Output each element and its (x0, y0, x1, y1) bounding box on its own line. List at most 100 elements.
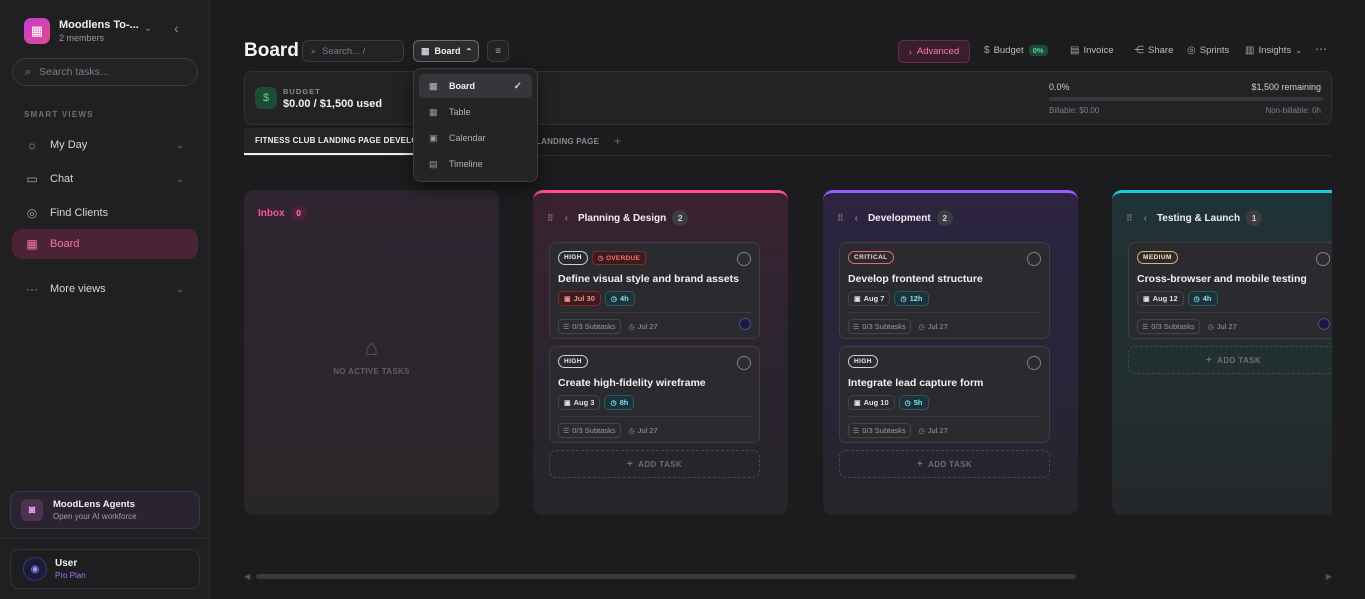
subtasks-chip[interactable]: ☰ 0/3 Subtasks (848, 319, 911, 334)
add-task-button[interactable]: + ADD TASK (549, 450, 760, 478)
drag-handle-icon[interactable]: ⠿ (1126, 213, 1133, 224)
column-title: Inbox (258, 207, 285, 219)
sidebar-item-label: Find Clients (50, 207, 109, 219)
budget-panel-label: BUDGET (283, 87, 321, 96)
chevron-down-icon[interactable]: ⌄ (144, 23, 152, 34)
complete-checkbox[interactable] (1027, 356, 1041, 370)
task-title: Integrate lead capture form (848, 377, 984, 389)
sidebar-item-label: Chat (50, 173, 74, 185)
drag-handle-icon[interactable]: ⠿ (837, 213, 844, 224)
assignee-avatar[interactable] (739, 318, 751, 330)
task-title: Define visual style and brand assets (558, 273, 739, 285)
clock-icon: ◷ (610, 295, 617, 303)
view-menu-label: Board (449, 81, 476, 91)
invoice-button[interactable]: ▤ Invoice (1070, 45, 1114, 56)
sidebar-item-my-day[interactable]: ☼ My Day ⌄ (12, 130, 198, 160)
board-search[interactable]: ⌕ (302, 40, 404, 62)
task-card[interactable]: HIGH Integrate lead capture form ▣ Aug 10… (839, 346, 1050, 443)
task-card[interactable]: MEDIUM Cross-browser and mobile testing … (1128, 242, 1332, 339)
chevron-left-icon[interactable]: ‹ (855, 213, 858, 224)
task-card[interactable]: HIGH ◷ OVERDUE Define visual style and b… (549, 242, 760, 339)
sidebar-item-find-clients[interactable]: ◎ Find Clients (12, 198, 198, 228)
assignee-avatar[interactable] (1318, 318, 1330, 330)
due-date: ◷ Jul 27 (628, 426, 658, 435)
budget-label: Budget (993, 45, 1024, 56)
column-development: ⠿ ‹ Development 2 CRITICAL Develop front… (823, 190, 1078, 515)
task-search-input[interactable] (39, 66, 180, 78)
chevron-left-icon[interactable]: ‹ (1144, 213, 1147, 224)
subtasks-chip[interactable]: ☰ 0/3 Subtasks (558, 423, 621, 438)
clock-icon: ◷ (628, 324, 635, 331)
column-testing-launch: ⠿ ‹ Testing & Launch 1 MEDIUM Cross-brow… (1112, 190, 1332, 515)
inbox-icon: ⌂ (364, 335, 379, 360)
share-button[interactable]: ⋲ Share (1134, 45, 1173, 56)
task-search[interactable]: ⌕ (12, 58, 198, 86)
chevron-left-icon[interactable]: ‹ (565, 213, 568, 224)
billable-amount: Billable: $0.00 (1049, 106, 1100, 115)
view-menu-label: Timeline (449, 159, 483, 169)
workspace-switcher[interactable]: ▦ Moodlens To-... 2 members ⌄ ‹ (24, 17, 199, 45)
sun-icon: ☼ (26, 138, 38, 152)
clock-icon: ◷ (918, 324, 925, 331)
collapse-sidebar-icon[interactable]: ‹ (174, 20, 179, 36)
calendar-icon: ▣ (564, 295, 571, 303)
chevron-down-icon[interactable]: ⌄ (176, 140, 184, 151)
scroll-left-icon[interactable]: ◀ (244, 572, 250, 581)
view-switcher-button[interactable]: ▦ Board ⌃ (413, 40, 479, 62)
chevron-down-icon[interactable]: ⌄ (176, 284, 184, 295)
add-task-button[interactable]: + ADD TASK (839, 450, 1050, 478)
complete-checkbox[interactable] (1316, 252, 1330, 266)
drag-handle-icon[interactable]: ⠿ (547, 213, 554, 224)
subtasks-chip[interactable]: ☰ 0/3 Subtasks (848, 423, 911, 438)
filter-button[interactable]: ≡ (487, 40, 509, 62)
tab-fitness-club[interactable]: FITNESS CLUB LANDING PAGE DEVELOP (244, 128, 414, 155)
view-menu-item-calendar[interactable]: ▣ Calendar (419, 126, 532, 150)
sidebar-item-chat[interactable]: ▭ Chat ⌄ (12, 164, 198, 194)
scroll-right-icon[interactable]: ▶ (1326, 572, 1332, 581)
board-horizontal-scrollbar[interactable]: ◀ ▶ (244, 572, 1332, 581)
invoice-label: Invoice (1083, 45, 1114, 56)
advanced-button[interactable]: › Advanced (898, 40, 970, 63)
budget-button[interactable]: $ Budget 0% (984, 45, 1048, 56)
more-options-icon[interactable]: ⋯ (1315, 42, 1327, 56)
insights-button[interactable]: ▥ Insights ⌄ (1245, 45, 1306, 56)
view-menu-item-board[interactable]: ▦ Board ✓ (419, 74, 532, 98)
date-chip: ▣ Aug 3 (558, 395, 601, 410)
scrollbar-thumb[interactable] (256, 574, 1076, 579)
complete-checkbox[interactable] (737, 252, 751, 266)
subtasks-chip[interactable]: ☰ 0/3 Subtasks (558, 319, 621, 334)
user-profile[interactable]: ◉ User Pro Plan (10, 549, 200, 589)
board-icon: ▦ (421, 45, 430, 56)
task-card[interactable]: HIGH Create high-fidelity wireframe ▣ Aug… (549, 346, 760, 443)
timeline-icon: ▤ (429, 158, 438, 169)
robot-icon: ◙ (21, 499, 43, 521)
complete-checkbox[interactable] (1027, 252, 1041, 266)
priority-badge: HIGH (558, 251, 588, 265)
agents-title: MoodLens Agents (53, 499, 135, 510)
non-billable-amount: Non-billable: 0h (1265, 106, 1321, 115)
add-tab-icon[interactable]: + (614, 134, 621, 148)
agents-button[interactable]: ◙ MoodLens Agents Open your AI workforce (10, 491, 200, 529)
sprints-label: Sprints (1199, 45, 1230, 56)
task-card[interactable]: CRITICAL Develop frontend structure ▣ Aug… (839, 242, 1050, 339)
sidebar-item-label: More views (50, 283, 106, 295)
complete-checkbox[interactable] (737, 356, 751, 370)
sidebar-item-more-views[interactable]: ··· More views ⌄ (12, 274, 198, 304)
sprints-button[interactable]: ◎ Sprints (1187, 45, 1229, 56)
view-menu-item-table[interactable]: ▦ Table (419, 100, 532, 124)
view-menu-item-timeline[interactable]: ▤ Timeline (419, 152, 532, 176)
add-task-button[interactable]: + ADD TASK (1128, 346, 1332, 374)
tab-landing-page[interactable]: LANDING PAGE (536, 128, 606, 155)
sidebar-item-board[interactable]: ▦ Board (12, 229, 198, 259)
subtasks-icon: ☰ (853, 323, 860, 331)
chevron-down-icon[interactable]: ⌄ (176, 174, 184, 185)
calendar-icon: ▣ (564, 399, 571, 407)
date-chip: ▣ Aug 10 (848, 395, 895, 410)
budget-remaining: $1,500 remaining (1251, 82, 1321, 92)
column-planning-design: ⠿ ‹ Planning & Design 2 HIGH ◷ OVERDUE D… (533, 190, 788, 515)
board-search-input[interactable] (322, 45, 401, 57)
subtasks-icon: ☰ (853, 427, 860, 435)
board-icon: ▦ (429, 80, 438, 91)
subtasks-chip[interactable]: ☰ 0/3 Subtasks (1137, 319, 1200, 334)
plus-icon: + (626, 458, 634, 470)
